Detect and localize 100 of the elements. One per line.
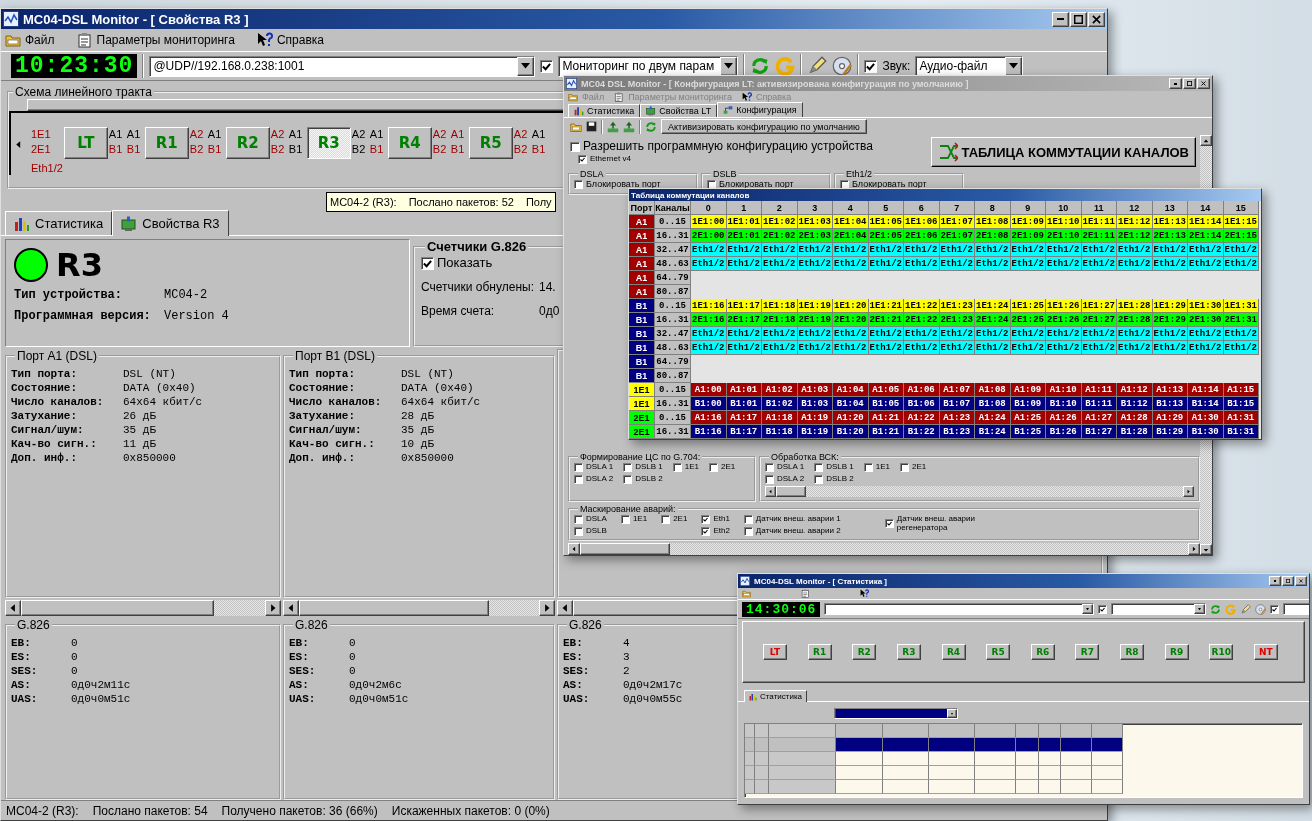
column-header: 8 xyxy=(975,201,1011,215)
field-value: 0x850000 xyxy=(123,451,176,465)
field-value: 0 xyxy=(349,650,356,664)
port-label: A1 xyxy=(207,127,222,142)
checkbox-label: DSLA 2 xyxy=(586,475,614,484)
status-text: МС04-2 (R3): xyxy=(6,803,79,818)
checkbox-label: Ethernet v4 xyxy=(590,155,631,164)
port-cell: B1 xyxy=(629,313,655,327)
port-label: B1 xyxy=(531,142,546,157)
field-label: EB: xyxy=(563,636,583,650)
column-header: 14 xyxy=(1188,201,1224,215)
port-label: B1 xyxy=(288,142,303,157)
field-value: 0д0ч0м51с xyxy=(71,692,131,706)
checkbox-label: 1E1 xyxy=(684,463,699,472)
field-value: DSL (NT) xyxy=(401,367,454,381)
field-value: 0 xyxy=(71,650,78,664)
field-label: Состояние: xyxy=(11,381,77,395)
column-header: 3 xyxy=(797,201,833,215)
channel-range-cell: 0..15 xyxy=(655,299,691,313)
checkbox-label: Датчик внеш. аварии регенератора xyxy=(896,515,976,533)
channel-range-cell: 32..47 xyxy=(655,327,691,341)
field-label: EB: xyxy=(11,636,31,650)
field-label: AS: xyxy=(11,678,31,692)
field-label: Счетчики обнулены: xyxy=(421,280,534,295)
column-header: 0 xyxy=(691,201,727,215)
field-value: 0д0ч0м55с xyxy=(623,692,683,706)
field-value: 0 xyxy=(349,664,356,678)
sound-label: Звук: xyxy=(882,59,911,73)
field-value: 35 дБ xyxy=(401,423,434,437)
field-label: Затухание: xyxy=(289,409,355,423)
group-title: G.826 xyxy=(568,618,603,632)
column-header: Каналы xyxy=(655,201,691,215)
checkbox-label: 2E1 xyxy=(911,463,927,472)
field-label: SES: xyxy=(11,664,38,678)
field-label: Кач-во сигн.: xyxy=(11,437,97,451)
checkbox-label: 2E1 xyxy=(720,463,736,472)
checkbox-label: 2E1 xyxy=(673,515,688,524)
channel-range-cell: 64..79 xyxy=(655,355,691,369)
channel-range-cell: 16..31 xyxy=(655,397,691,411)
port-cell: A1 xyxy=(629,215,655,229)
port-cell: 1E1 xyxy=(629,383,655,397)
port-label: 1E1 xyxy=(31,127,51,142)
checkbox-label: DSLA xyxy=(586,515,607,524)
field-value: 0д0ч2м17с xyxy=(623,678,683,692)
port-cell: B1 xyxy=(629,327,655,341)
port-label: B1 xyxy=(450,142,465,157)
port-label: A1 xyxy=(126,127,141,142)
field-value: 0 xyxy=(349,636,356,650)
port-cell: A1 xyxy=(629,243,655,257)
group-title: Порт A1 (DSL) xyxy=(16,349,98,363)
field-label: ES: xyxy=(11,650,31,664)
column-header: 9 xyxy=(1010,201,1046,215)
channel-range-cell: 16..31 xyxy=(655,425,691,439)
field-label: Программная версия: xyxy=(14,309,151,324)
field-label: Состояние: xyxy=(289,381,355,395)
column-header: Порт xyxy=(629,201,655,215)
field-label: Тип порта: xyxy=(289,367,355,381)
port-label: A2 xyxy=(270,127,285,142)
field-value: DATA (0x40) xyxy=(401,381,474,395)
checkbox-label: Eth2 xyxy=(713,527,730,536)
port-label: A1 xyxy=(450,127,465,142)
field-label: Кач-во сигн.: xyxy=(289,437,375,451)
channel-range-cell: 0..15 xyxy=(655,411,691,425)
field-label: AS: xyxy=(289,678,309,692)
channel-range-cell: 80..87 xyxy=(655,369,691,383)
checkbox-label: Eth1 xyxy=(713,515,730,524)
column-header: 15 xyxy=(1223,201,1259,215)
field-label: EB: xyxy=(289,636,309,650)
field-value: 10 дБ xyxy=(401,437,434,451)
field-label: UAS: xyxy=(11,692,38,706)
checkbox-label: Датчик внеш. аварии 1 xyxy=(755,515,842,524)
field-label: Сигнал/шум: xyxy=(11,423,84,437)
checkbox-label: DSLA 1 xyxy=(777,463,805,472)
checkbox-label: DSLA 1 xyxy=(586,463,614,472)
port-label: B2 xyxy=(513,142,528,157)
group-title: Порт B1 (DSL) xyxy=(294,349,376,363)
checkbox-label: 1E1 xyxy=(875,463,890,472)
group-title: Обработка ВСК: xyxy=(770,452,840,462)
column-header: 1 xyxy=(726,201,762,215)
checkbox-label: DSLB 2 xyxy=(635,475,663,484)
group-title: Маскирование аварий: xyxy=(579,504,677,514)
group-title: DSLB xyxy=(712,169,738,179)
clock-display: 10:23:30 xyxy=(11,54,138,78)
checkbox-label: DSLB 1 xyxy=(826,463,854,472)
column-header: 13 xyxy=(1152,201,1188,215)
field-value: DSL (NT) xyxy=(123,367,176,381)
checkbox-label: DSLB 1 xyxy=(635,463,663,472)
field-label: Затухание: xyxy=(11,409,77,423)
field-label: Доп. инф.: xyxy=(11,451,77,465)
window-title: Таблица коммутации каналов xyxy=(631,190,751,200)
channel-range-cell: 0..15 xyxy=(655,383,691,397)
field-value: 0д0 xyxy=(539,304,560,319)
port-cell: A1 xyxy=(629,257,655,271)
column-header: 4 xyxy=(833,201,869,215)
clock-display: 14:30:06 xyxy=(742,601,821,617)
group-title: Формирование ЦС по G.704: xyxy=(579,452,702,462)
channel-range-cell: 80..87 xyxy=(655,285,691,299)
port-label: B1 xyxy=(207,142,222,157)
field-value: 0д0ч2м11с xyxy=(71,678,131,692)
port-cell: 2E1 xyxy=(629,425,655,439)
